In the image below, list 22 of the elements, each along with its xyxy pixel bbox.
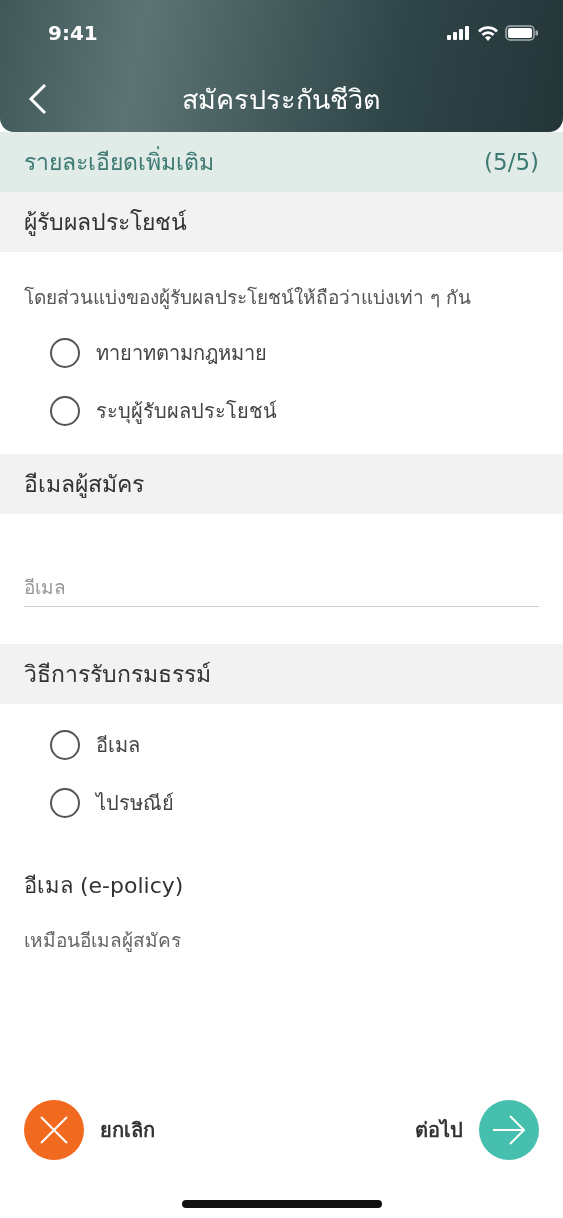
cancel-button[interactable]: ยกเลิก xyxy=(24,1100,155,1160)
step-title: รายละเอียดเพิ่มเติม xyxy=(24,144,214,180)
radio-option[interactable]: ไปรษณีย์ xyxy=(0,774,174,832)
wifi-icon xyxy=(477,25,499,41)
back-button[interactable] xyxy=(28,83,48,115)
battery-icon xyxy=(505,25,539,41)
field-value: เหมือนอีเมลผู้สมัคร xyxy=(24,928,182,954)
signal-icon xyxy=(447,26,471,40)
radio-option[interactable]: ทายาทตามกฎหมาย xyxy=(0,324,267,382)
arrow-right-icon xyxy=(479,1100,539,1160)
section-title: ผู้รับผลประโยชน์ xyxy=(24,208,187,238)
radio-option[interactable]: อีเมล xyxy=(0,716,140,774)
note-text: โดยส่วนแบ่งของผู้รับผลประโยชน์ให้ถือว่าแบ่งเท่า ๆ กัน xyxy=(23,285,473,311)
status-time: 9:41 xyxy=(48,21,98,45)
section-title: วิธีการรับกรมธรรม์ xyxy=(24,660,211,689)
next-button[interactable]: ต่อไป xyxy=(415,1100,539,1160)
field-label: อีเมล (e-policy) xyxy=(24,872,185,900)
radio-option[interactable]: ระบุผู้รับผลประโยชน์ xyxy=(0,382,277,440)
step-counter: (5/5) xyxy=(484,149,539,175)
close-icon xyxy=(24,1100,84,1160)
section-title: อีเมลผู้สมัคร xyxy=(24,470,144,500)
screen-title: สมัครประกันชีวิต xyxy=(182,82,381,117)
